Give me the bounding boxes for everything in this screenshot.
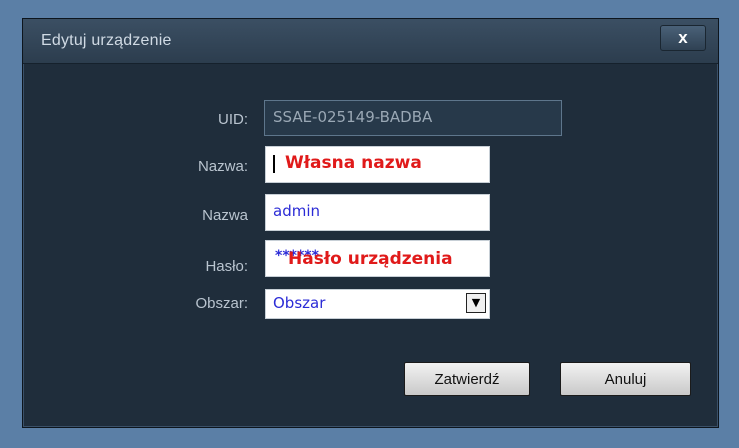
- text-caret: [273, 154, 275, 173]
- close-button[interactable]: x: [660, 25, 706, 51]
- name-label: Nazwa:: [197, 158, 248, 175]
- username-label: Nazwa: [202, 207, 248, 224]
- name-input-text: Własna nazwa: [285, 153, 422, 173]
- password-input-text: Hasło urządzenia: [288, 249, 453, 269]
- area-select[interactable]: Obszar ▼: [265, 289, 490, 319]
- dialog-titlebar: Edytuj urządzenie x: [23, 19, 718, 64]
- username-input[interactable]: admin: [265, 194, 490, 231]
- username-input-text: admin: [273, 202, 320, 220]
- uid-label: UID:: [218, 111, 248, 128]
- confirm-button[interactable]: Zatwierdź: [404, 362, 530, 396]
- area-select-value: Obszar: [273, 294, 326, 312]
- chevron-down-icon[interactable]: ▼: [466, 293, 486, 313]
- area-label: Obszar:: [195, 295, 248, 312]
- password-label: Hasło:: [205, 258, 248, 275]
- name-input[interactable]: Własna nazwa: [265, 146, 490, 183]
- uid-field: SSAE-025149-BADBA: [264, 100, 562, 136]
- password-input[interactable]: ****** Hasło urządzenia: [265, 240, 490, 277]
- cancel-button[interactable]: Anuluj: [560, 362, 691, 396]
- edit-device-dialog: Edytuj urządzenie x UID: SSAE-025149-BAD…: [22, 18, 719, 428]
- dialog-title: Edytuj urządzenie: [41, 32, 172, 49]
